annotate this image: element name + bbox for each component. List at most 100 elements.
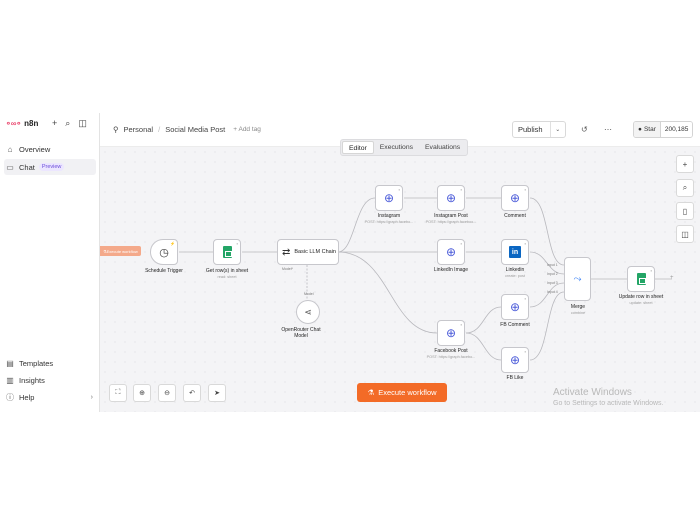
globe-icon: ⊕ <box>509 353 521 367</box>
node-basic-llm-chain[interactable]: ⇄ Basic LLM Chain <box>277 239 339 265</box>
sidebar-item-templates[interactable]: ▤ Templates <box>4 355 96 371</box>
node-merge[interactable]: ⤳ <box>564 257 591 301</box>
globe-icon: ⊕ <box>509 300 521 314</box>
node-status-icon: ▪ <box>524 296 526 301</box>
comment-label: Comment <box>504 213 526 219</box>
wire-llm-instagram <box>337 197 376 253</box>
star-count: 200,185 <box>660 122 693 137</box>
sidebar: ⚬∞⚬ n8n + ⌕ ◫ ⌂ Overview ▭ Chat Preview … <box>0 113 100 412</box>
globe-icon: ⊕ <box>445 326 457 340</box>
wire-comment-merge <box>529 197 565 266</box>
cursor-icon: ➤ <box>214 390 220 397</box>
sidebar-top-actions: + ⌕ ◫ <box>52 118 87 129</box>
user-icon: ⚲ <box>113 125 119 134</box>
workflow-name[interactable]: Social Media Post <box>165 125 225 134</box>
globe-icon: ⊕ <box>383 191 395 205</box>
update-row-sub: update: sheet <box>629 301 653 305</box>
zoom-in-button[interactable]: ⊕ <box>133 384 151 402</box>
fit-view-icon: ⛶ <box>115 389 121 396</box>
add-tag-link[interactable]: + Add tag <box>233 126 261 133</box>
add-node-plus-icon[interactable]: + <box>670 275 674 281</box>
activate-windows-subtitle: Go to Settings to activate Windows. <box>553 400 664 407</box>
linkedin-sub: create: post <box>505 274 525 278</box>
merge-input-4: Input 4 <box>547 290 558 294</box>
n8n-logo[interactable]: ⚬∞⚬ n8n <box>5 119 38 128</box>
chat-icon: ▭ <box>6 162 14 172</box>
chevron-down-icon[interactable]: ⌄ <box>549 122 565 137</box>
plus-icon[interactable]: + <box>52 118 57 129</box>
zoom-out-button[interactable]: ⊖ <box>158 384 176 402</box>
node-get-rows[interactable]: ▪ <box>213 239 241 265</box>
node-facebook-post[interactable]: ⊕ ▪ <box>437 320 465 346</box>
node-schedule-trigger[interactable]: ◷ ⚡ <box>150 239 178 265</box>
sticky-note-button[interactable]: ▯ <box>676 202 694 220</box>
node-update-row[interactable]: ▪ <box>627 266 655 292</box>
node-status-icon: ▪ <box>524 349 526 354</box>
linkedin-icon: in <box>509 246 521 258</box>
chevron-right-icon: › <box>90 393 93 401</box>
lightning-icon: ⚡ <box>170 241 175 246</box>
globe-icon: ⊕ <box>445 245 457 259</box>
github-icon: ● <box>638 126 642 133</box>
add-node-button[interactable]: + <box>676 155 694 173</box>
chart-icon: ▥ <box>6 375 14 385</box>
n8n-logo-icon: ⚬∞⚬ <box>5 119 22 128</box>
sidebar-toggle-icon[interactable]: ◫ <box>78 118 87 129</box>
facebook-post-sub: POST: https://graph.facebo... <box>426 355 476 359</box>
facebook-post-label: Facebook Post <box>434 348 468 354</box>
node-comment[interactable]: ⊕ ▪ <box>501 185 529 211</box>
node-fb-like[interactable]: ⊕ ▪ <box>501 347 529 373</box>
fit-view-button[interactable]: ⛶ <box>109 384 127 402</box>
home-icon: ⌂ <box>7 144 13 154</box>
execute-workflow-button[interactable]: ⚗ Execute workflow <box>357 383 447 402</box>
pointer-mode-button[interactable]: ➤ <box>208 384 226 402</box>
get-rows-label: Get row(s) in sheet <box>205 268 249 274</box>
preview-badge: Preview <box>38 163 65 171</box>
workflow-canvas[interactable]: Editor Executions Evaluations ⚗ Execute … <box>100 139 700 412</box>
google-sheets-icon <box>636 273 646 285</box>
publish-button[interactable]: Publish ⌄ <box>512 121 566 138</box>
node-status-icon: ▪ <box>460 187 462 192</box>
merge-input-2: Input 2 <box>547 272 558 276</box>
panel-toggle-button[interactable]: ◫ <box>676 225 694 243</box>
breadcrumb-separator: / <box>158 125 161 134</box>
sidebar-item-chat[interactable]: ▭ Chat Preview <box>4 159 96 175</box>
merge-sub: combine <box>570 311 586 315</box>
update-row-label: Update row in sheet <box>618 294 664 300</box>
more-options-icon[interactable]: ⋯ <box>604 125 612 134</box>
merge-input-1: Input 1 <box>547 263 558 267</box>
n8n-app: ⚬∞⚬ n8n + ⌕ ◫ ⌂ Overview ▭ Chat Preview … <box>0 113 700 412</box>
sidebar-item-insights[interactable]: ▥ Insights <box>4 372 96 388</box>
activate-windows-title: Activate Windows <box>553 387 632 398</box>
node-openrouter-chat-model[interactable]: ⋖ <box>296 300 320 324</box>
undo-button[interactable]: ↶ <box>183 384 201 402</box>
sidebar-item-help[interactable]: ⓘ Help › <box>4 389 96 405</box>
node-status-icon: ▪ <box>398 187 400 192</box>
github-star-widget[interactable]: ● Star 200,185 <box>633 121 694 138</box>
sidebar-item-overview[interactable]: ⌂ Overview <box>4 141 96 157</box>
clock-icon: ◷ <box>159 246 169 259</box>
execute-workflow-tag[interactable]: ⚗ Execute workflow <box>100 246 141 256</box>
openrouter-label: OpenRouter Chat Model <box>281 327 321 339</box>
search-nodes-button[interactable]: ⌕ <box>676 179 694 197</box>
search-icon[interactable]: ⌕ <box>65 118 70 129</box>
node-fb-comment[interactable]: ⊕ ▪ <box>501 294 529 320</box>
wire-llm-facebook <box>337 251 438 334</box>
wire-facebook-fbcomment <box>465 306 502 334</box>
google-sheets-icon <box>222 246 232 258</box>
zoom-in-icon: ⊕ <box>139 390 145 397</box>
node-status-icon: ▪ <box>460 322 462 327</box>
zoom-out-icon: ⊖ <box>164 390 170 397</box>
node-instagram[interactable]: ⊕ ▪ <box>375 185 403 211</box>
node-instagram-post[interactable]: ⊕ ▪ <box>437 185 465 211</box>
breadcrumb: ⚲ Personal / Social Media Post + Add tag <box>113 125 261 134</box>
plus-icon: + <box>682 159 688 169</box>
chain-icon: ⇄ <box>282 246 291 258</box>
fb-like-label: FB Like <box>506 375 524 381</box>
node-linkedin-image[interactable]: ⊕ ▪ <box>437 239 465 265</box>
globe-icon: ⊕ <box>445 191 457 205</box>
node-linkedin[interactable]: in ▪ <box>501 239 529 265</box>
history-icon[interactable]: ↺ <box>581 125 588 134</box>
breadcrumb-owner[interactable]: Personal <box>124 125 154 134</box>
templates-icon: ▤ <box>6 358 14 368</box>
